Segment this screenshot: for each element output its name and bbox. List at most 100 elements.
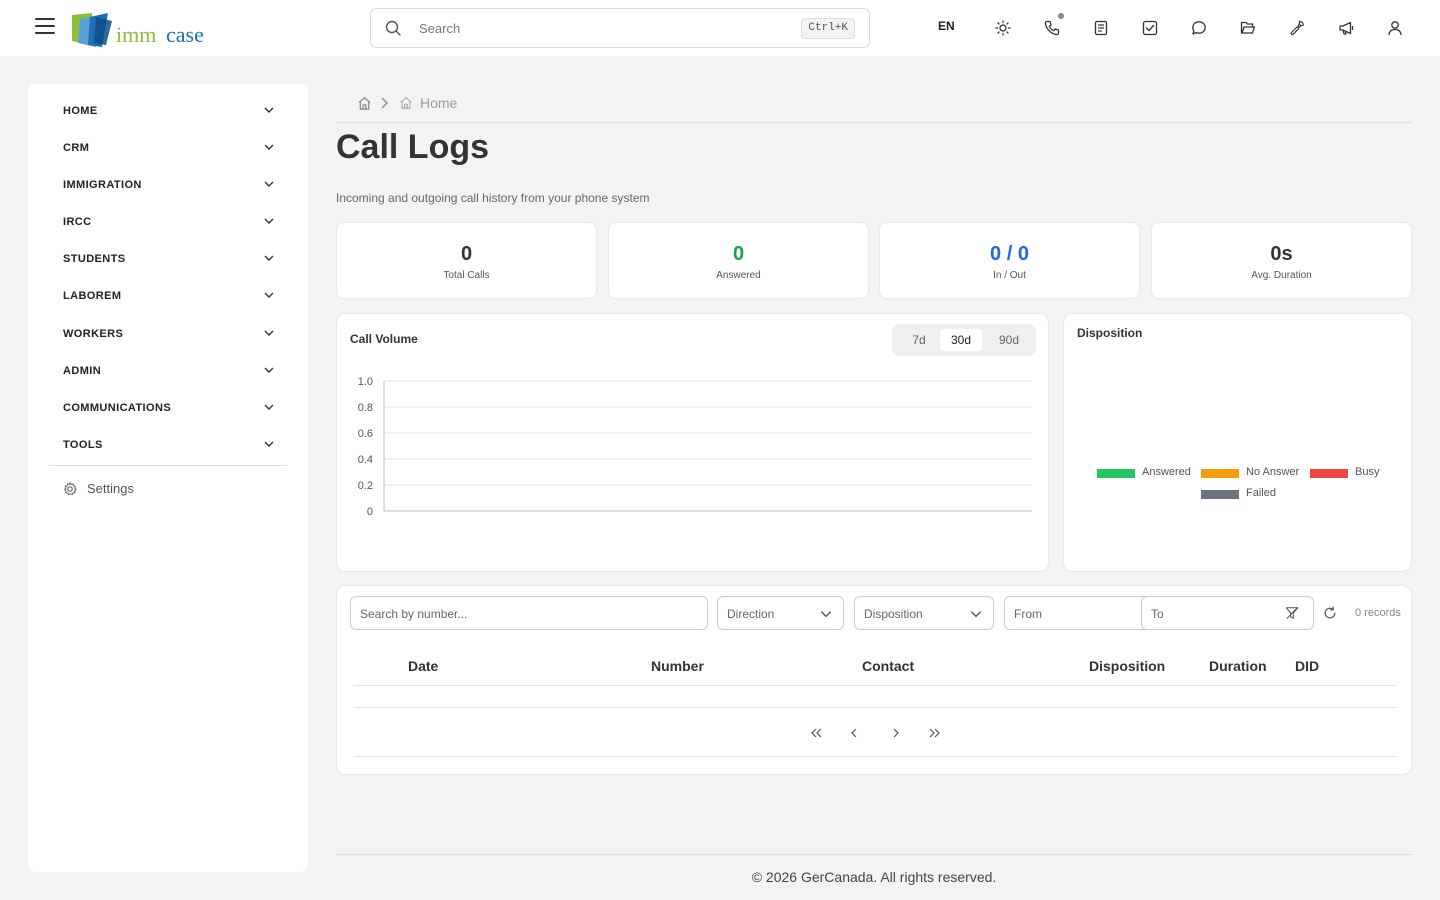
chat-icon bbox=[1192, 21, 1206, 35]
to-date-field[interactable]: To bbox=[1141, 596, 1314, 630]
legend-label: Busy bbox=[1355, 466, 1380, 478]
search-icon bbox=[385, 20, 401, 36]
range-90d-button[interactable]: 90d bbox=[986, 329, 1032, 351]
search-input[interactable] bbox=[419, 18, 779, 38]
stat-label: Total Calls bbox=[443, 270, 490, 281]
direction-select[interactable]: Direction bbox=[717, 596, 844, 630]
chevron-down-icon bbox=[264, 367, 274, 373]
legend-label: Failed bbox=[1246, 487, 1276, 499]
chevron-down-icon bbox=[820, 611, 832, 618]
stat-value: 0s bbox=[1270, 243, 1293, 265]
footer-divider bbox=[336, 854, 1412, 855]
folder-icon bbox=[1240, 21, 1256, 34]
refresh-icon[interactable] bbox=[1323, 606, 1337, 620]
sidebar-item-label: LABOREM bbox=[63, 290, 122, 302]
home-icon[interactable] bbox=[357, 96, 372, 111]
records-count: 0 records bbox=[1355, 607, 1401, 619]
sidebar-item-settings[interactable]: Settings bbox=[63, 479, 263, 499]
header-divider bbox=[336, 122, 1412, 123]
profile-button[interactable] bbox=[1383, 16, 1407, 40]
column-header-number[interactable]: Number bbox=[651, 658, 704, 674]
sidebar-item-laborem[interactable]: LABOREM bbox=[49, 281, 287, 311]
notes-button[interactable] bbox=[1089, 16, 1113, 40]
sun-icon bbox=[995, 20, 1011, 36]
column-header-duration[interactable]: Duration bbox=[1209, 658, 1267, 674]
announcements-button[interactable] bbox=[1334, 16, 1358, 40]
call-volume-chart: 0 0.2 0.4 0.6 0.8 1.0 bbox=[358, 376, 1032, 518]
footer-copyright: © 2026 GerCanada. All rights reserved. bbox=[751, 869, 997, 885]
chevron-down-icon bbox=[264, 330, 274, 336]
sidebar-item-tools[interactable]: TOOLS bbox=[49, 430, 287, 460]
global-search[interactable]: Ctrl+K bbox=[370, 8, 870, 48]
next-page-button[interactable] bbox=[884, 723, 908, 743]
disposition-select[interactable]: Disposition bbox=[854, 596, 994, 630]
first-page-button[interactable] bbox=[804, 723, 828, 743]
breadcrumb-current: Home bbox=[420, 95, 458, 111]
tasks-icon bbox=[1142, 20, 1158, 36]
range-7d-button[interactable]: 7d bbox=[898, 329, 940, 351]
logo-mark-icon bbox=[72, 13, 112, 47]
sidebar-item-label: STUDENTS bbox=[63, 253, 126, 265]
table-header-divider bbox=[354, 685, 1396, 686]
sidebar-item-immigration[interactable]: IMMIGRATION bbox=[49, 170, 287, 200]
sidebar-item-label: IRCC bbox=[63, 216, 92, 228]
search-shortcut: Ctrl+K bbox=[801, 18, 855, 39]
legend-swatch bbox=[1201, 490, 1239, 499]
sidebar-item-admin[interactable]: ADMIN bbox=[49, 356, 287, 386]
chevron-down-icon bbox=[264, 181, 274, 187]
sidebar-item-crm[interactable]: CRM bbox=[49, 133, 287, 163]
menu-icon[interactable] bbox=[35, 18, 55, 38]
chat-button[interactable] bbox=[1187, 16, 1211, 40]
tasks-button[interactable] bbox=[1138, 16, 1162, 40]
range-30d-button[interactable]: 30d bbox=[940, 329, 982, 351]
chevron-down-icon bbox=[264, 404, 274, 410]
page-title: Call Logs bbox=[336, 128, 490, 166]
stat-value: 0 / 0 bbox=[990, 243, 1029, 265]
folder-button[interactable] bbox=[1236, 16, 1260, 40]
sidebar-item-students[interactable]: STUDENTS bbox=[49, 244, 287, 274]
y-tick-label: 0.8 bbox=[358, 402, 373, 414]
last-page-button[interactable] bbox=[923, 723, 947, 743]
sidebar-item-label: COMMUNICATIONS bbox=[63, 402, 172, 414]
stat-label: In / Out bbox=[993, 270, 1026, 281]
column-header-contact[interactable]: Contact bbox=[862, 658, 914, 674]
logo-text-imm: imm bbox=[116, 22, 157, 47]
y-tick-label: 0.2 bbox=[358, 480, 373, 492]
number-search-field[interactable] bbox=[350, 596, 708, 630]
sidebar-item-home[interactable]: HOME bbox=[49, 96, 287, 126]
sidebar-item-ircc[interactable]: IRCC bbox=[49, 207, 287, 237]
stat-label: Answered bbox=[716, 270, 761, 281]
column-header-date[interactable]: Date bbox=[408, 658, 438, 674]
column-header-did[interactable]: DID bbox=[1295, 658, 1319, 674]
sidebar-item-label: ADMIN bbox=[63, 365, 102, 377]
sidebar-item-communications[interactable]: COMMUNICATIONS bbox=[49, 393, 287, 423]
legend-label: No Answer bbox=[1246, 466, 1300, 478]
call-table-card: Direction Disposition From To 0 records … bbox=[336, 585, 1412, 775]
sidebar-item-label: TOOLS bbox=[63, 439, 103, 451]
logo[interactable]: imm case bbox=[70, 10, 210, 50]
chevron-right-icon bbox=[381, 97, 388, 109]
sidebar-item-label: CRM bbox=[63, 142, 90, 154]
phone-button[interactable] bbox=[1040, 13, 1064, 40]
column-header-disposition[interactable]: Disposition bbox=[1089, 658, 1165, 674]
clear-filter-icon[interactable] bbox=[1285, 606, 1299, 620]
number-search-input[interactable] bbox=[360, 604, 680, 624]
prev-page-button[interactable] bbox=[842, 723, 866, 743]
legend-label: Answered bbox=[1142, 466, 1191, 478]
language-switch[interactable]: EN bbox=[938, 19, 955, 33]
stat-total-calls: 0 Total Calls bbox=[336, 222, 597, 299]
chevron-down-icon bbox=[264, 292, 274, 298]
stat-in-out: 0 / 0 In / Out bbox=[879, 222, 1140, 299]
call-volume-title: Call Volume bbox=[350, 332, 418, 346]
tools-button[interactable] bbox=[1285, 16, 1309, 40]
direction-select-value: Direction bbox=[727, 607, 775, 621]
legend-swatch bbox=[1097, 469, 1135, 478]
theme-toggle[interactable] bbox=[991, 16, 1015, 40]
sidebar-item-workers[interactable]: WORKERS bbox=[49, 319, 287, 349]
settings-label: Settings bbox=[87, 481, 134, 496]
top-bar: imm case Ctrl+K EN bbox=[0, 0, 1440, 56]
sidebar-item-label: WORKERS bbox=[63, 328, 124, 340]
stat-label: Avg. Duration bbox=[1251, 270, 1312, 281]
stat-avg-duration: 0s Avg. Duration bbox=[1151, 222, 1412, 299]
sidebar-item-label: HOME bbox=[63, 105, 98, 117]
